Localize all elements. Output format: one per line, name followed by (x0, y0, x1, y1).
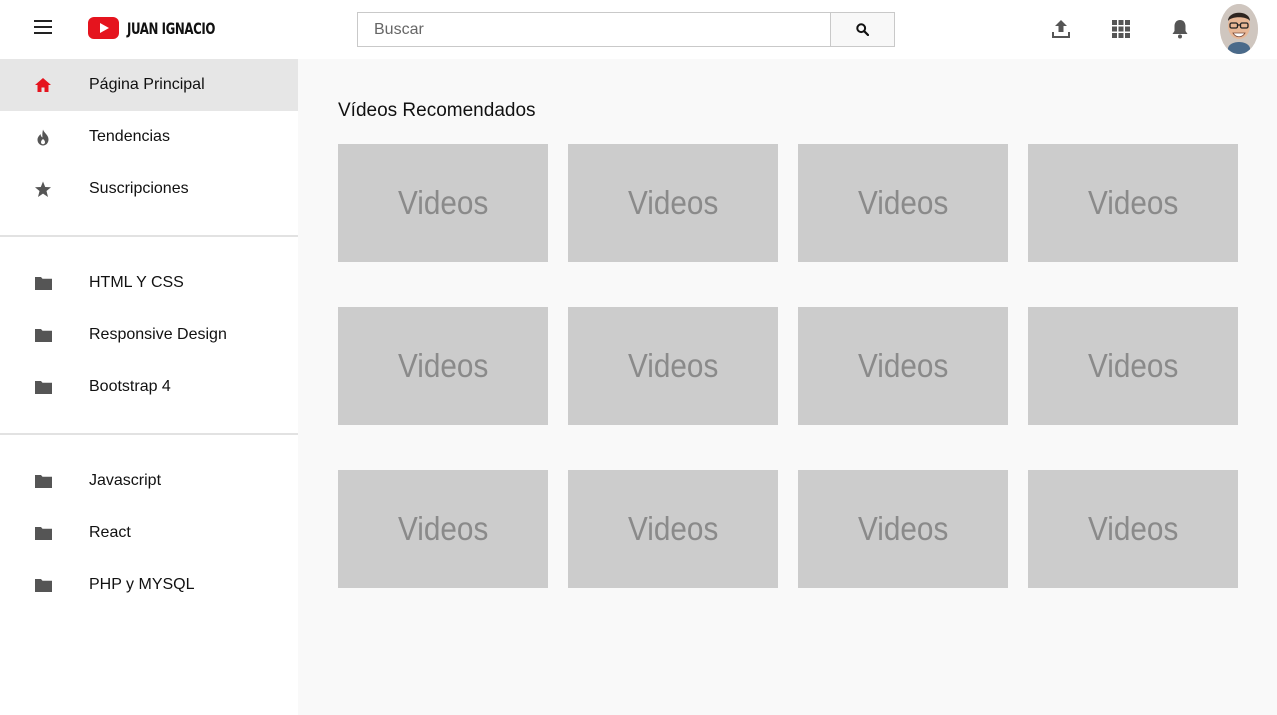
search-input[interactable] (357, 12, 830, 47)
sidebar-item-label: Bootstrap 4 (89, 378, 171, 395)
sidebar-item-label: PHP y MYSQL (89, 576, 195, 593)
avatar[interactable] (1220, 4, 1258, 54)
video-placeholder-label: Videos (1087, 184, 1179, 221)
upload-icon (1052, 20, 1070, 38)
folder-icon (34, 326, 52, 344)
star-icon (34, 180, 52, 198)
sidebar-item-html-y-css[interactable]: HTML Y CSS (0, 257, 298, 309)
video-placeholder-label: Videos (1087, 510, 1179, 547)
video-thumbnail[interactable]: Videos (338, 307, 548, 425)
menu-icon[interactable] (34, 20, 52, 36)
sidebar-item-tendencias[interactable]: Tendencias (0, 111, 298, 163)
sidebar-divider (0, 433, 298, 435)
sidebar-item-pagina-principal[interactable]: Página Principal (0, 59, 298, 111)
sidebar-item-label: HTML Y CSS (89, 274, 184, 291)
video-thumbnail[interactable]: Videos (568, 307, 778, 425)
video-placeholder-label: Videos (397, 510, 489, 547)
video-thumbnail[interactable]: Videos (1028, 144, 1238, 262)
video-placeholder-label: Videos (857, 184, 949, 221)
fire-icon (34, 128, 52, 146)
upload-button[interactable] (1050, 18, 1072, 40)
sidebar-item-label: Javascript (89, 472, 162, 489)
video-thumbnail[interactable]: Videos (1028, 307, 1238, 425)
brand-logo[interactable]: JUAN IGNACIO (88, 17, 234, 39)
folder-icon (34, 274, 52, 292)
top-header: JUAN IGNACIO (0, 0, 1277, 59)
sidebar-item-react[interactable]: React (0, 507, 298, 559)
youtube-logo-icon (88, 17, 119, 39)
video-placeholder-label: Videos (627, 184, 719, 221)
sidebar-item-suscripciones[interactable]: Suscripciones (0, 163, 298, 215)
video-placeholder-label: Videos (397, 184, 489, 221)
sidebar-item-php-y-mysql[interactable]: PHP y MYSQL (0, 559, 298, 611)
sidebar-item-label: Suscripciones (89, 180, 189, 197)
sidebar-item-label: Página Principal (89, 76, 205, 93)
video-placeholder-label: Videos (627, 510, 719, 547)
search-icon (856, 23, 869, 36)
video-thumbnail[interactable]: Videos (568, 144, 778, 262)
notifications-button[interactable] (1169, 18, 1191, 40)
video-placeholder-label: Videos (857, 347, 949, 384)
video-placeholder-label: Videos (397, 347, 489, 384)
search-button[interactable] (830, 12, 895, 47)
video-placeholder-label: Videos (627, 347, 719, 384)
folder-icon (34, 378, 52, 396)
folder-icon (34, 524, 52, 542)
sidebar-item-label: Responsive Design (89, 326, 227, 343)
video-thumbnail[interactable]: Videos (1028, 470, 1238, 588)
sidebar-item-javascript[interactable]: Javascript (0, 455, 298, 507)
video-placeholder-label: Videos (857, 510, 949, 547)
folder-icon (34, 576, 52, 594)
video-thumbnail[interactable]: Videos (798, 307, 1008, 425)
video-thumbnail[interactable]: Videos (338, 470, 548, 588)
sidebar: Página Principal Tendencias Suscripcione… (0, 59, 298, 715)
brand-name: JUAN IGNACIO (127, 18, 215, 38)
apps-button[interactable] (1110, 18, 1132, 40)
video-thumbnail[interactable]: Videos (338, 144, 548, 262)
sidebar-item-label: Tendencias (89, 128, 170, 145)
folder-icon (34, 472, 52, 490)
bell-icon (1172, 20, 1188, 39)
video-thumbnail[interactable]: Videos (568, 470, 778, 588)
video-thumbnail[interactable]: Videos (798, 470, 1008, 588)
apps-grid-icon (1112, 20, 1130, 38)
sidebar-item-bootstrap-4[interactable]: Bootstrap 4 (0, 361, 298, 413)
sidebar-item-responsive-design[interactable]: Responsive Design (0, 309, 298, 361)
page-title: Vídeos Recomendados (338, 100, 536, 121)
search-bar (357, 12, 895, 47)
sidebar-item-label: React (89, 524, 131, 541)
video-thumbnail[interactable]: Videos (798, 144, 1008, 262)
video-placeholder-label: Videos (1087, 347, 1179, 384)
home-icon (34, 76, 52, 94)
sidebar-divider (0, 235, 298, 237)
